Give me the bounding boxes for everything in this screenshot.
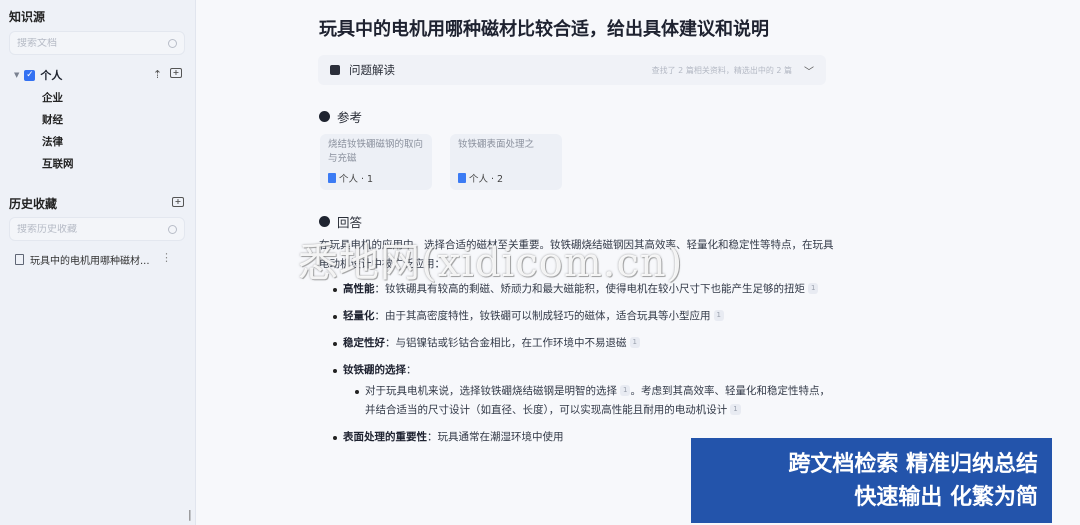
point-text: ：由于其高密度特性，钕铁硼可以制成轻巧的磁体，适合玩具等小型应用 — [374, 310, 711, 322]
point-label: 轻量化 — [343, 310, 375, 322]
new-folder-icon[interactable]: + — [170, 68, 182, 78]
banner-line-1: 跨文档检索 精准归纳总结 — [788, 452, 1038, 477]
knowledge-source-title: 知识源 — [9, 10, 46, 24]
answer-icon — [319, 216, 330, 227]
history-item-label: 玩具中的电机用哪种磁材... — [30, 256, 150, 267]
add-history-folder-icon[interactable]: + — [172, 197, 184, 207]
search-docs-box[interactable] — [9, 31, 185, 55]
reference-source: 个人 · 1 — [328, 171, 373, 185]
tree-item-finance[interactable]: 财经 — [42, 112, 63, 127]
file-icon — [15, 254, 24, 265]
answer-point: 稳定性好：与铝镍钴或钐钴合金相比，在工作环境中不易退磁 1 — [319, 334, 839, 353]
search-history-box[interactable] — [9, 217, 185, 241]
citation-badge[interactable]: 1 — [629, 337, 640, 348]
reference-source-label: 个人 · 1 — [339, 174, 374, 185]
document-icon — [328, 173, 336, 183]
search-icon — [168, 224, 177, 234]
answer-points: 高性能：钕铁硼具有较高的剩磁、矫顽力和最大磁能积，使得电机在较小尺寸下也能产生足… — [319, 280, 839, 447]
point-label: 表面处理的重要性 — [343, 431, 427, 443]
analysis-status: 查找了 2 篇相关资料，精选出中的 2 篇 — [651, 65, 792, 75]
tree-item-enterprise[interactable]: 企业 — [42, 90, 63, 105]
chevron-down-icon[interactable]: ﹀ — [804, 63, 814, 78]
reference-card[interactable]: 钕铁硼表面处理之 个人 · 2 — [450, 134, 562, 190]
question-analysis-bar[interactable]: 问题解读 查找了 2 篇相关资料，精选出中的 2 篇 ﹀ — [318, 55, 826, 85]
point-text: ：玩具通常在潮湿环境中使用 — [427, 431, 564, 443]
tree-root-label: 个人 — [40, 69, 63, 82]
more-options-icon[interactable]: ⋮ — [161, 251, 172, 264]
upload-icon[interactable]: ⇡ — [151, 68, 164, 81]
references-heading: 参考 — [319, 107, 362, 126]
answer-point: 钕铁硼的选择： — [319, 361, 839, 380]
reference-card[interactable]: 烧结钕铁硼磁钢的取向与充磁 个人 · 1 — [320, 134, 432, 190]
citation-badge[interactable]: 1 — [713, 310, 724, 321]
search-reference-icon — [319, 111, 330, 122]
search-docs-input[interactable] — [17, 37, 157, 49]
history-title: 历史收藏 — [9, 197, 58, 211]
point-text: ：与铝镍钴或钐钴合金相比，在工作环境中不易退磁 — [385, 337, 627, 349]
sub-point-text-a: 对于玩具电机来说，选择钕铁硼烧结磁钢是明智的选择 — [365, 385, 617, 397]
tree-item-personal[interactable]: ▼ ✓ 个人 — [14, 67, 62, 83]
answer-sub-point: 对于玩具电机来说，选择钕铁硼烧结磁钢是明智的选择 1 。考虑到其高效率、轻量化和稳定… — [319, 382, 839, 420]
watermark: 悉地网(xidicom.cn) — [298, 240, 684, 286]
search-history-input[interactable] — [17, 223, 157, 235]
history-item[interactable]: 玩具中的电机用哪种磁材... — [15, 252, 150, 267]
point-label: 钕铁硼的选择 — [343, 364, 406, 376]
caret-down-icon[interactable]: ▼ — [14, 71, 19, 79]
search-icon — [168, 38, 177, 48]
reference-source: 个人 · 2 — [458, 171, 503, 185]
citation-badge[interactable]: 1 — [730, 404, 741, 415]
point-label: 稳定性好 — [343, 337, 385, 349]
tree-item-internet[interactable]: 互联网 — [42, 156, 74, 171]
answer-heading: 回答 — [319, 212, 362, 231]
banner-line-2: 快速输出 化繁为简 — [854, 485, 1038, 510]
analysis-label: 问题解读 — [349, 63, 395, 77]
answer-point: 轻量化：由于其高密度特性，钕铁硼可以制成轻巧的磁体，适合玩具等小型应用 1 — [319, 307, 839, 326]
tree-item-law[interactable]: 法律 — [42, 134, 63, 149]
citation-badge[interactable]: 1 — [620, 385, 631, 396]
references-heading-label: 参考 — [337, 110, 363, 125]
personal-checkbox[interactable]: ✓ — [24, 69, 36, 81]
sidebar: 知识源 ▼ ✓ 个人 ⇡ + 企业 财经 法律 互联网 历史收藏 + 玩具中的电… — [0, 0, 197, 525]
point-text: ： — [406, 364, 417, 376]
analysis-icon — [330, 65, 340, 75]
reference-title: 钕铁硼表面处理之 — [458, 139, 535, 150]
tree-actions: ⇡ + — [151, 68, 182, 81]
document-icon — [458, 173, 466, 183]
reference-source-label: 个人 · 2 — [469, 174, 504, 185]
reference-title: 烧结钕铁硼磁钢的取向与充磁 — [328, 139, 424, 164]
answer-heading-label: 回答 — [337, 215, 363, 230]
page-title: 玩具中的电机用哪种磁材比较合适，给出具体建议和说明 — [319, 19, 769, 40]
citation-badge[interactable]: 1 — [808, 283, 819, 294]
promo-banner: 跨文档检索 精准归纳总结 快速输出 化繁为简 — [691, 438, 1052, 523]
